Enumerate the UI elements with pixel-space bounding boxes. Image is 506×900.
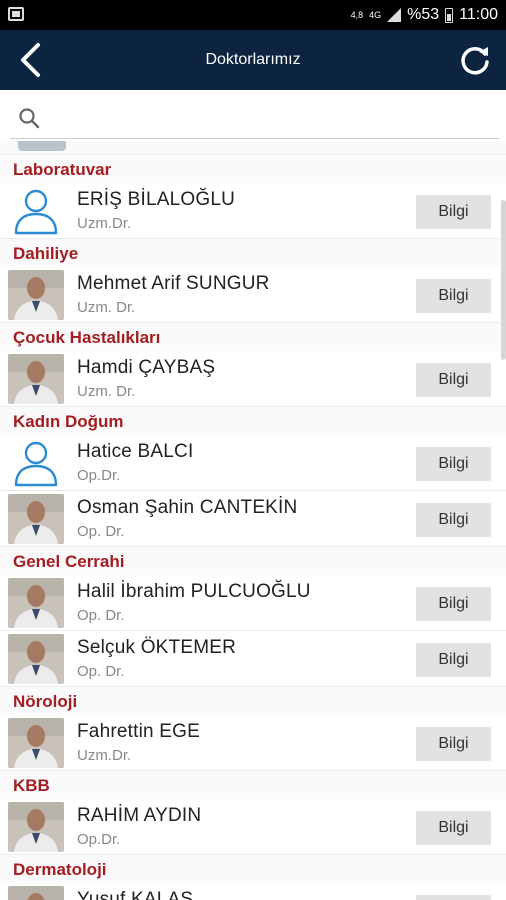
section-header: Dermatoloji bbox=[0, 855, 506, 883]
refresh-icon bbox=[461, 46, 489, 75]
search-bar bbox=[0, 90, 506, 140]
doctor-row[interactable]: Halil İbrahim PULCUOĞLU Op. Dr. Bilgi bbox=[0, 575, 506, 631]
doctor-name: Hamdi ÇAYBAŞ bbox=[77, 357, 216, 378]
search-underline bbox=[10, 138, 500, 139]
status-time: 11:00 bbox=[459, 6, 498, 23]
section-header: Genel Cerrahi bbox=[0, 547, 506, 575]
doctor-name: Mehmet Arif SUNGUR bbox=[77, 273, 270, 294]
section-header: Laboratuvar bbox=[0, 155, 506, 183]
section-header: Çocuk Hastalıkları bbox=[0, 323, 506, 351]
doctor-name: Selçuk ÖKTEMER bbox=[77, 637, 237, 658]
info-button[interactable]: Bilgi bbox=[416, 363, 491, 397]
doctor-photo bbox=[8, 494, 64, 544]
info-button[interactable]: Bilgi bbox=[416, 195, 491, 229]
doctor-photo bbox=[8, 802, 64, 852]
chevron-left-icon bbox=[21, 43, 40, 77]
section-header: Nöroloji bbox=[0, 687, 506, 715]
doctor-title: Op.Dr. bbox=[77, 831, 121, 848]
doctor-photo bbox=[8, 886, 64, 900]
doctor-photo bbox=[8, 578, 64, 628]
info-button[interactable]: Bilgi bbox=[416, 447, 491, 481]
doctor-name: Osman Şahin CANTEKİN bbox=[77, 497, 298, 518]
doctor-list[interactable]: Laboratuvar ERİŞ BİLALOĞLU Uzm.Dr. Bilgi Dah… bbox=[0, 141, 506, 900]
gallery-icon bbox=[8, 7, 24, 21]
doctor-row[interactable]: ERİŞ BİLALOĞLU Uzm.Dr. Bilgi bbox=[0, 183, 506, 239]
doctor-photo-icon bbox=[8, 802, 64, 852]
info-button[interactable]: Bilgi bbox=[416, 643, 491, 677]
doctor-name: Hatice BALCI bbox=[77, 441, 194, 462]
doctor-photo bbox=[8, 270, 64, 320]
info-button[interactable]: Bilgi bbox=[416, 895, 491, 900]
person-placeholder-icon bbox=[14, 441, 58, 487]
network-type: 4G bbox=[369, 9, 382, 20]
app-header: Doktorlarımız bbox=[0, 30, 506, 90]
search-icon bbox=[19, 108, 40, 129]
status-bar: 4,8 4G %53 11:00 bbox=[0, 0, 506, 30]
doctor-name: ERİŞ BİLALOĞLU bbox=[77, 189, 236, 210]
network-indicator: 4,8 bbox=[350, 9, 364, 20]
doctor-row[interactable]: Yusuf KALASUzm.Dr.Bilgi bbox=[0, 883, 506, 900]
doctor-photo bbox=[8, 718, 64, 768]
person-placeholder-icon bbox=[14, 189, 58, 235]
list-item-partial bbox=[0, 141, 506, 155]
doctor-photo-icon bbox=[8, 494, 64, 544]
doctor-row[interactable]: RAHİM AYDIN Op.Dr. Bilgi bbox=[0, 799, 506, 855]
doctor-row[interactable]: Fahrettin EGE Uzm.Dr. Bilgi bbox=[0, 715, 506, 771]
doctor-title: Uzm.Dr. bbox=[77, 747, 132, 764]
section-header: Kadın Doğum bbox=[0, 407, 506, 435]
doctor-title: Uzm. Dr. bbox=[77, 299, 136, 316]
doctor-title: Uzm.Dr. bbox=[77, 215, 132, 232]
refresh-button[interactable] bbox=[458, 43, 492, 77]
doctor-title: Op. Dr. bbox=[77, 663, 125, 680]
section-header: KBB bbox=[0, 771, 506, 799]
doctor-name: RAHİM AYDIN bbox=[77, 805, 202, 826]
avatar-placeholder bbox=[8, 186, 64, 236]
doctor-photo-icon bbox=[8, 886, 64, 900]
doctor-photo bbox=[18, 141, 66, 151]
info-button[interactable]: Bilgi bbox=[416, 503, 491, 537]
page-title: Doktorlarımız bbox=[205, 51, 301, 68]
doctor-photo bbox=[8, 354, 64, 404]
info-button[interactable]: Bilgi bbox=[416, 587, 491, 621]
info-button[interactable]: Bilgi bbox=[416, 811, 491, 845]
doctor-row[interactable]: Osman Şahin CANTEKİN Op. Dr. Bilgi bbox=[0, 491, 506, 547]
avatar-placeholder bbox=[8, 438, 64, 488]
info-button[interactable]: Bilgi bbox=[416, 279, 491, 313]
doctor-title: Uzm. Dr. bbox=[77, 383, 136, 400]
doctor-name: Fahrettin EGE bbox=[77, 721, 200, 742]
doctor-photo bbox=[8, 634, 64, 684]
doctor-photo-icon bbox=[8, 578, 64, 628]
info-button[interactable]: Bilgi bbox=[416, 727, 491, 761]
doctor-photo-icon bbox=[8, 270, 64, 320]
section-header: Dahiliye bbox=[0, 239, 506, 267]
scrollbar[interactable] bbox=[501, 200, 506, 360]
battery-percent: %53 bbox=[407, 6, 440, 23]
doctor-name: Yusuf KALAS bbox=[77, 889, 194, 900]
doctor-title: Op. Dr. bbox=[77, 523, 125, 540]
search-input[interactable] bbox=[52, 100, 494, 130]
doctor-photo-icon bbox=[8, 634, 64, 684]
doctor-photo-icon bbox=[8, 354, 64, 404]
back-button[interactable] bbox=[16, 42, 46, 78]
doctor-row[interactable]: Hamdi ÇAYBAŞ Uzm. Dr. Bilgi bbox=[0, 351, 506, 407]
doctor-title: Op.Dr. bbox=[77, 467, 121, 484]
doctor-title: Op. Dr. bbox=[77, 607, 125, 624]
doctor-name: Halil İbrahim PULCUOĞLU bbox=[77, 581, 311, 602]
battery-icon bbox=[445, 7, 454, 23]
doctor-row[interactable]: Hatice BALCI Op.Dr. Bilgi bbox=[0, 435, 506, 491]
doctor-row[interactable]: Selçuk ÖKTEMER Op. Dr. Bilgi bbox=[0, 631, 506, 687]
signal-icon bbox=[387, 8, 402, 22]
doctor-row[interactable]: Mehmet Arif SUNGUR Uzm. Dr. Bilgi bbox=[0, 267, 506, 323]
doctor-photo-icon bbox=[8, 718, 64, 768]
